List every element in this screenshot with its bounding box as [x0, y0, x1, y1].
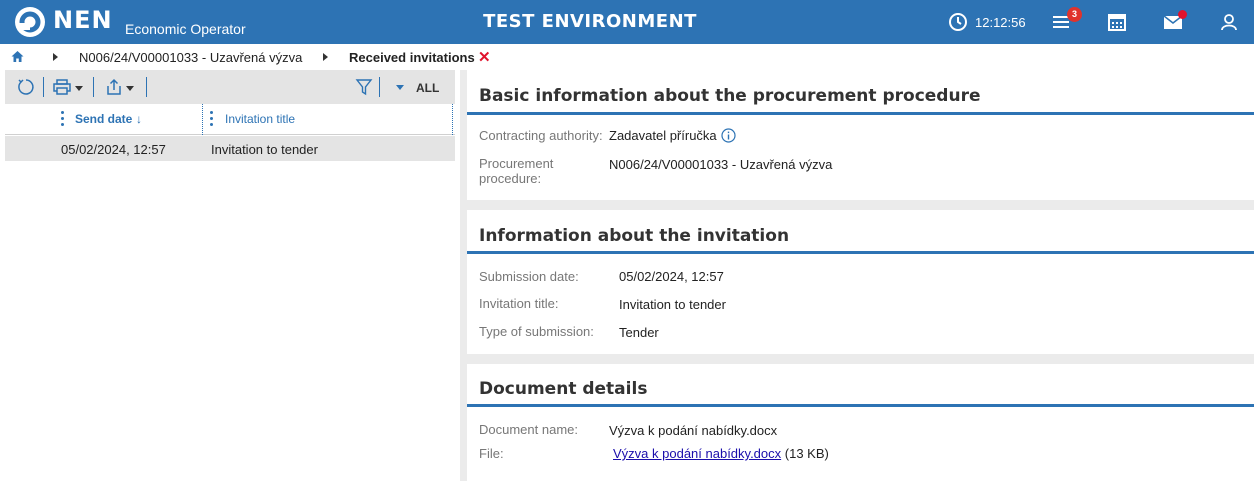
close-icon[interactable]: ✕ [478, 48, 491, 66]
filter-dropdown-caret[interactable] [396, 85, 404, 90]
toolbar-separator [146, 77, 147, 97]
section-divider [467, 404, 1254, 407]
print-dropdown-caret[interactable] [75, 86, 83, 91]
invitation-info-card: Information about the invitation Submiss… [467, 210, 1254, 354]
cell-send-date: 05/02/2024, 12:57 [61, 142, 166, 157]
procedure-label-line-2: procedure: [479, 171, 542, 186]
file-size: (13 KB) [784, 446, 829, 461]
procedure-label: Procurement procedure: [479, 156, 553, 186]
clock-icon [949, 13, 967, 31]
invitations-list-pane: ALL Send date ↓ Invitation title 05/02/2… [0, 70, 460, 481]
basic-info-title: Basic information about the procurement … [479, 86, 981, 106]
file-download-link[interactable]: Výzva k podání nabídky.docx [613, 446, 781, 461]
invitation-title-value: Invitation to tender [619, 297, 726, 312]
invitation-info-title: Information about the invitation [479, 226, 790, 246]
authority-label: Contracting authority: [479, 128, 603, 143]
file-value: Výzva k podání nabídky.docx (13 KB) [613, 446, 829, 461]
procedure-label-line-1: Procurement [479, 156, 554, 171]
filter-icon[interactable] [355, 78, 373, 96]
export-icon[interactable] [105, 78, 123, 96]
column-menu-handle[interactable] [210, 111, 213, 127]
grid-header: Send date ↓ Invitation title [5, 104, 455, 135]
file-label: File: [479, 446, 504, 461]
column-separator[interactable] [452, 104, 453, 135]
chevron-right-icon [323, 53, 328, 61]
chevron-right-icon [53, 53, 58, 61]
toolbar-separator [43, 77, 44, 97]
toolbar-separator [93, 77, 94, 97]
breadcrumb-current: Received invitations [349, 50, 475, 65]
submission-date-label: Submission date: [479, 269, 579, 284]
submission-type-label: Type of submission: [479, 324, 594, 339]
section-divider [467, 112, 1254, 115]
grid-toolbar: ALL [5, 70, 455, 104]
toolbar-separator [379, 77, 380, 97]
notification-badge: 3 [1067, 7, 1082, 22]
filter-all-label[interactable]: ALL [416, 81, 439, 95]
user-icon[interactable] [1219, 12, 1239, 32]
column-menu-handle[interactable] [61, 111, 64, 127]
export-dropdown-caret[interactable] [126, 86, 134, 91]
procedure-value: N006/24/V00001033 - Uzavřená výzva [609, 157, 833, 172]
print-icon[interactable] [53, 78, 71, 96]
top-bar: NEN Economic Operator TEST ENVIRONMENT 1… [0, 0, 1254, 44]
authority-value: Zadavatel příručka [609, 128, 717, 143]
basic-info-card: Basic information about the procurement … [467, 70, 1254, 200]
column-invitation-title[interactable]: Invitation title [225, 112, 295, 126]
document-details-card: Document details Document name: Výzva k … [467, 364, 1254, 481]
calendar-icon[interactable] [1107, 12, 1127, 32]
breadcrumb: N006/24/V00001033 - Uzavřená výzva Recei… [0, 44, 1254, 70]
document-name-label: Document name: [479, 422, 578, 437]
table-row[interactable]: 05/02/2024, 12:57 Invitation to tender [5, 136, 455, 161]
submission-date-value: 05/02/2024, 12:57 [619, 269, 724, 284]
submission-type-value: Tender [619, 325, 659, 340]
session-time: 12:12:56 [975, 15, 1026, 30]
cell-invitation-title: Invitation to tender [211, 142, 318, 157]
info-icon[interactable] [721, 128, 736, 143]
document-details-title: Document details [479, 379, 648, 399]
column-separator[interactable] [202, 104, 203, 135]
column-send-date[interactable]: Send date [75, 112, 132, 126]
section-divider [467, 251, 1254, 254]
sort-descending-icon[interactable]: ↓ [136, 112, 142, 126]
invitation-title-label: Invitation title: [479, 296, 559, 311]
document-name-value: Výzva k podání nabídky.docx [609, 423, 778, 438]
mail-unread-dot [1178, 10, 1187, 19]
refresh-icon[interactable] [17, 78, 35, 96]
breadcrumb-procedure[interactable]: N006/24/V00001033 - Uzavřená výzva [79, 50, 302, 65]
home-icon[interactable] [11, 50, 24, 63]
